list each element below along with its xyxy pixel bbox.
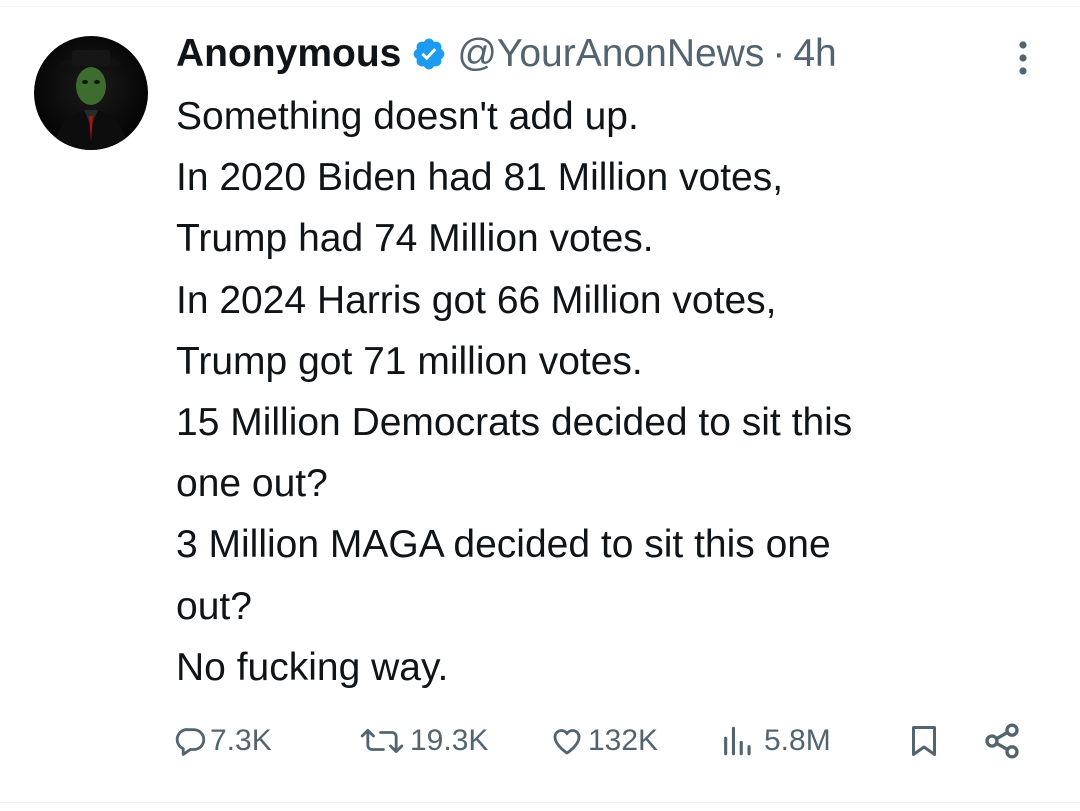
tweet-text-line: Trump got 71 million votes. [176, 339, 643, 383]
bookmark-icon [906, 722, 942, 760]
repost-icon [356, 724, 408, 758]
share-icon [982, 721, 1022, 761]
separator-dot: · [772, 32, 786, 75]
verified-badge-icon [411, 36, 447, 72]
repost-button[interactable]: 19.3K [356, 716, 488, 766]
like-button[interactable]: 132K [548, 716, 658, 766]
tweet-text: Something doesn't add up. In 2020 Biden … [176, 86, 1046, 698]
tweet-text-line: one out? [176, 462, 328, 506]
views-count: 5.8M [764, 724, 831, 757]
bookmark-button[interactable] [906, 716, 942, 766]
like-count: 132K [588, 724, 659, 757]
reply-button[interactable]: 7.3K [174, 716, 272, 766]
tweet-text-line: 15 Million Democrats decided to sit this [176, 401, 853, 445]
handle[interactable]: @YourAnonNews [457, 30, 764, 78]
tweet-text-line: In 2020 Biden had 81 Million votes, [176, 156, 784, 200]
display-name[interactable]: Anonymous [176, 30, 401, 78]
action-bar: 7.3K 19.3K 132K 5.8M [0, 716, 1080, 766]
tweet-text-line: 3 Million MAGA decided to sit this one [176, 523, 831, 567]
avatar[interactable] [34, 36, 148, 150]
top-divider [0, 6, 1080, 7]
tweet-header: Anonymous @YourAnonNews · 4h [176, 30, 837, 78]
more-options-icon[interactable] [1008, 36, 1038, 80]
tweet-text-line: out? [176, 584, 252, 628]
repost-count: 19.3K [410, 724, 489, 757]
like-icon [548, 724, 586, 758]
masked-figure-avatar-icon [54, 50, 128, 150]
reply-icon [174, 724, 208, 758]
views-button[interactable]: 5.8M [720, 716, 831, 766]
views-icon [720, 724, 754, 758]
reply-count: 7.3K [210, 724, 272, 757]
tweet-text-line: Something doesn't add up. [176, 95, 639, 138]
bottom-divider [0, 802, 1080, 803]
share-button[interactable] [982, 716, 1022, 766]
tweet-text-line: In 2024 Harris got 66 Million votes, [176, 278, 777, 322]
tweet-text-line: No fucking way. [176, 645, 449, 689]
timestamp[interactable]: 4h [793, 30, 836, 78]
tweet-text-line: Trump had 74 Million votes. [176, 217, 654, 261]
